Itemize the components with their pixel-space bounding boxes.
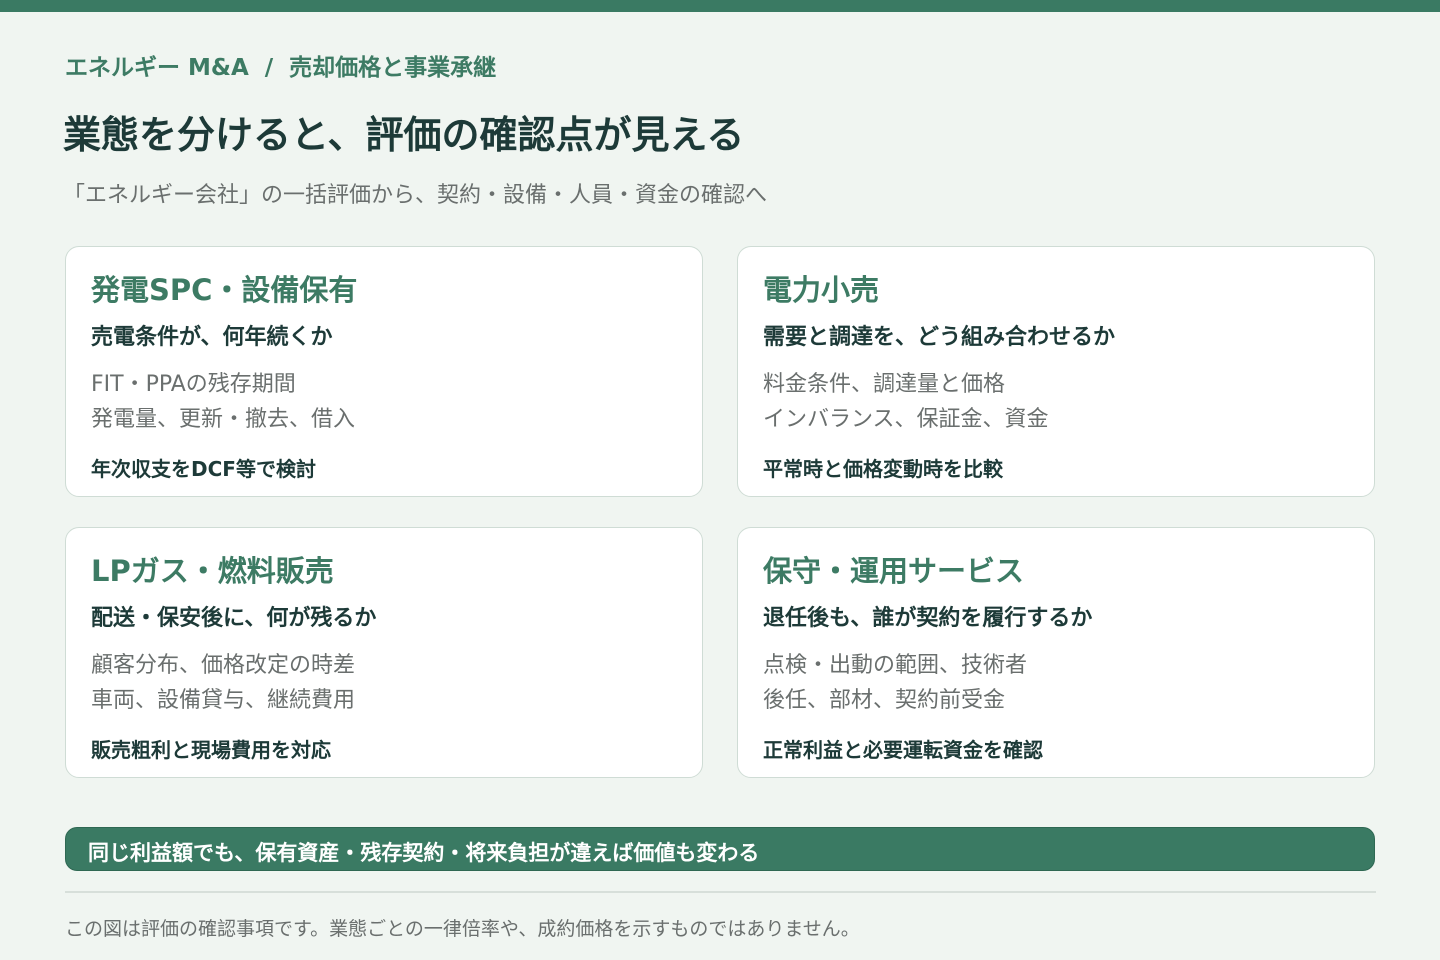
banner-text: 同じ利益額でも、保有資産・残存契約・将来負担が違えば価値も変わる — [88, 841, 760, 865]
card-detail: FIT・PPAの残存期間 — [91, 372, 296, 397]
breadcrumb-section: エネルギー M&A — [65, 55, 249, 81]
card-method: 販売粗利と現場費用を対応 — [91, 738, 331, 762]
key-takeaway-banner: 同じ利益額でも、保有資産・残存契約・将来負担が違えば価値も変わる — [65, 827, 1375, 871]
page-subtitle: 「エネルギー会社」の一括評価から、契約・設備・人員・資金の確認へ — [63, 183, 768, 208]
card-detail: インバランス、保証金、資金 — [763, 407, 1049, 432]
card-title: LPガス・燃料販売 — [91, 554, 334, 588]
card-question: 退任後も、誰が契約を履行するか — [763, 606, 1093, 631]
card-electricity-retail: 電力小売 需要と調達を、どう組み合わせるか 料金条件、調達量と価格 インバランス… — [737, 246, 1375, 497]
top-accent-bar — [0, 0, 1440, 12]
card-detail: 点検・出動の範囲、技術者 — [763, 653, 1028, 678]
breadcrumb-topic: 売却価格と事業承継 — [289, 55, 497, 81]
card-title: 発電SPC・設備保有 — [91, 273, 358, 307]
footer-divider — [65, 891, 1376, 893]
card-question: 売電条件が、何年続くか — [91, 325, 333, 350]
card-power-generation-spc: 発電SPC・設備保有 売電条件が、何年続くか FIT・PPAの残存期間 発電量、… — [65, 246, 703, 497]
card-method: 年次収支をDCF等で検討 — [91, 457, 316, 481]
card-method: 正常利益と必要運転資金を確認 — [763, 738, 1043, 762]
card-question: 配送・保安後に、何が残るか — [91, 606, 377, 631]
card-detail: 顧客分布、価格改定の時差 — [91, 653, 356, 678]
page-title: 業態を分けると、評価の確認点が見える — [63, 113, 745, 157]
breadcrumb-separator: / — [264, 55, 274, 81]
card-detail: 料金条件、調達量と価格 — [763, 372, 1006, 397]
breadcrumb: エネルギー M&A / 売却価格と事業承継 — [65, 48, 496, 82]
card-detail: 発電量、更新・撤去、借入 — [91, 407, 356, 432]
card-detail: 車両、設備貸与、継続費用 — [91, 688, 356, 713]
card-detail: 後任、部材、契約前受金 — [763, 688, 1006, 713]
card-title: 電力小売 — [763, 273, 880, 307]
card-maintenance-services: 保守・運用サービス 退任後も、誰が契約を履行するか 点検・出動の範囲、技術者 後… — [737, 527, 1375, 778]
card-method: 平常時と価格変動時を比較 — [763, 457, 1003, 481]
card-lp-gas-fuel-sales: LPガス・燃料販売 配送・保安後に、何が残るか 顧客分布、価格改定の時差 車両、… — [65, 527, 703, 778]
card-question: 需要と調達を、どう組み合わせるか — [763, 325, 1116, 350]
footnote: この図は評価の確認事項です。業態ごとの一律倍率や、成約価格を示すものではありませ… — [65, 918, 860, 940]
card-title: 保守・運用サービス — [763, 554, 1025, 588]
